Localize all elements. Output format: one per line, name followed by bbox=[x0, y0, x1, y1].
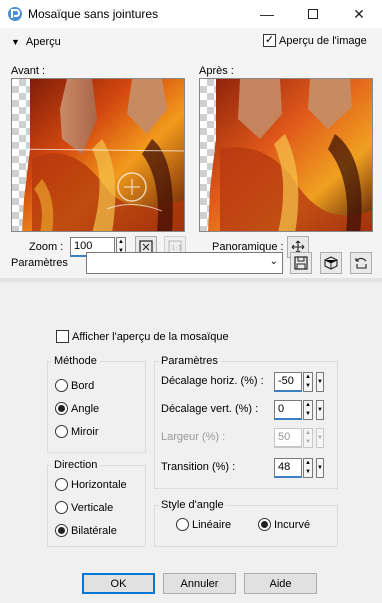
horiz-offset-label: Décalage horiz. (%) : bbox=[161, 375, 264, 387]
radio-icon[interactable] bbox=[55, 379, 68, 392]
direction-option-horizontale[interactable]: Horizontale bbox=[55, 478, 127, 491]
vert-offset-input[interactable]: 0 bbox=[274, 400, 302, 420]
radio-selected-icon[interactable] bbox=[258, 518, 271, 531]
transition-dropdown[interactable]: ▼ bbox=[316, 458, 324, 478]
direction-option-label: Horizontale bbox=[71, 478, 127, 491]
maximize-button[interactable] bbox=[290, 0, 336, 28]
dice-icon bbox=[324, 256, 338, 270]
chevron-down-icon: ▼ bbox=[317, 435, 323, 441]
horiz-offset-input[interactable]: -50 bbox=[274, 372, 302, 392]
horiz-offset-spinner[interactable]: ▲ ▼ bbox=[303, 372, 313, 392]
spin-down-icon: ▼ bbox=[305, 439, 311, 445]
before-artwork bbox=[12, 79, 184, 231]
before-preview-image[interactable] bbox=[11, 78, 185, 232]
spin-down-icon[interactable]: ▼ bbox=[304, 382, 312, 391]
width-dropdown: ▼ bbox=[316, 428, 324, 448]
vert-offset-spinner[interactable]: ▲ ▼ bbox=[303, 400, 313, 420]
spin-up-icon[interactable]: ▲ bbox=[117, 238, 125, 247]
after-artwork bbox=[208, 79, 372, 231]
width-input: 50 bbox=[274, 428, 302, 448]
minimize-icon: — bbox=[260, 6, 274, 22]
corner-option-incurve[interactable]: Incurvé bbox=[258, 518, 310, 531]
image-preview-checkbox[interactable]: ✓ Aperçu de l'image bbox=[263, 34, 367, 47]
corner-style-label: Style d'angle bbox=[158, 499, 227, 511]
direction-option-bilaterale[interactable]: Bilatérale bbox=[55, 524, 117, 537]
after-label: Après : bbox=[199, 65, 234, 77]
presets-label: Paramètres bbox=[11, 257, 68, 269]
direction-option-label: Bilatérale bbox=[71, 524, 117, 537]
corner-option-lineaire[interactable]: Linéaire bbox=[176, 518, 231, 531]
minimize-button[interactable]: — bbox=[244, 0, 290, 28]
app-logo-icon bbox=[8, 7, 22, 21]
cancel-button[interactable]: Annuler bbox=[163, 573, 236, 594]
method-group-label: Méthode bbox=[51, 355, 100, 367]
parameters-group-label: Paramètres bbox=[158, 355, 221, 367]
radio-selected-icon[interactable] bbox=[55, 402, 68, 415]
method-option-label: Miroir bbox=[71, 425, 99, 438]
method-option-bord[interactable]: Bord bbox=[55, 379, 94, 392]
before-label: Avant : bbox=[11, 65, 46, 77]
vert-offset-label: Décalage vert. (%) : bbox=[161, 403, 259, 415]
spin-down-icon[interactable]: ▼ bbox=[304, 468, 312, 477]
maximize-icon bbox=[308, 9, 318, 19]
method-option-angle[interactable]: Angle bbox=[55, 402, 99, 415]
spin-down-icon[interactable]: ▼ bbox=[304, 410, 312, 419]
spin-up-icon[interactable]: ▲ bbox=[304, 459, 312, 468]
tile-preview-label: Afficher l'aperçu de la mosaïque bbox=[72, 330, 229, 343]
checkbox-checked-icon[interactable]: ✓ bbox=[263, 34, 276, 47]
tile-preview-checkbox[interactable]: Afficher l'aperçu de la mosaïque bbox=[56, 330, 229, 343]
help-button[interactable]: Aide bbox=[244, 573, 317, 594]
transition-label: Transition (%) : bbox=[161, 461, 236, 473]
chevron-down-icon: ▼ bbox=[317, 407, 323, 413]
spin-up-icon[interactable]: ▲ bbox=[304, 401, 312, 410]
window-title: Mosaïque sans jointures bbox=[28, 7, 159, 21]
radio-selected-icon[interactable] bbox=[55, 524, 68, 537]
close-button[interactable]: ✕ bbox=[336, 0, 382, 28]
after-preview-image bbox=[199, 78, 373, 232]
collapse-arrow-icon: ▼ bbox=[11, 37, 20, 47]
spin-up-icon[interactable]: ▲ bbox=[304, 373, 312, 382]
ok-button[interactable]: OK bbox=[82, 573, 155, 594]
save-preset-button[interactable] bbox=[290, 252, 312, 274]
checkbox-unchecked-icon[interactable] bbox=[56, 330, 69, 343]
corner-option-label: Incurvé bbox=[274, 518, 311, 531]
method-option-label: Angle bbox=[71, 402, 100, 415]
width-label: Largeur (%) : bbox=[161, 431, 226, 443]
radio-icon[interactable] bbox=[55, 478, 68, 491]
direction-group-label: Direction bbox=[51, 459, 101, 471]
width-spinner: ▲ ▼ bbox=[303, 428, 313, 448]
radio-icon[interactable] bbox=[55, 425, 68, 438]
radio-icon[interactable] bbox=[176, 518, 189, 531]
reset-button[interactable] bbox=[350, 252, 372, 274]
randomize-button[interactable] bbox=[320, 252, 342, 274]
method-option-miroir[interactable]: Miroir bbox=[55, 425, 99, 438]
preview-toggle[interactable]: ▼ Aperçu bbox=[11, 36, 61, 48]
chevron-down-icon: ▼ bbox=[317, 379, 323, 385]
radio-icon[interactable] bbox=[55, 501, 68, 514]
vert-offset-dropdown[interactable]: ▼ bbox=[316, 400, 324, 420]
transition-spinner[interactable]: ▲ ▼ bbox=[303, 458, 313, 478]
reset-icon bbox=[355, 257, 367, 269]
presets-dropdown[interactable]: ⌄ bbox=[86, 252, 283, 274]
transition-input[interactable]: 48 bbox=[274, 458, 302, 478]
direction-option-verticale[interactable]: Verticale bbox=[55, 501, 113, 514]
spin-up-icon: ▲ bbox=[305, 430, 311, 436]
preview-toggle-label: Aperçu bbox=[25, 36, 61, 48]
chevron-down-icon: ▼ bbox=[317, 465, 323, 471]
corner-option-label: Linéaire bbox=[192, 518, 232, 531]
direction-option-label: Verticale bbox=[71, 501, 114, 514]
method-option-label: Bord bbox=[71, 379, 95, 392]
horiz-offset-dropdown[interactable]: ▼ bbox=[316, 372, 324, 392]
chevron-down-icon: ⌄ bbox=[269, 256, 278, 267]
save-icon bbox=[294, 256, 308, 270]
title-bar: Mosaïque sans jointures — ✕ bbox=[0, 0, 382, 28]
close-icon: ✕ bbox=[353, 5, 365, 22]
image-preview-label: Aperçu de l'image bbox=[279, 34, 367, 47]
